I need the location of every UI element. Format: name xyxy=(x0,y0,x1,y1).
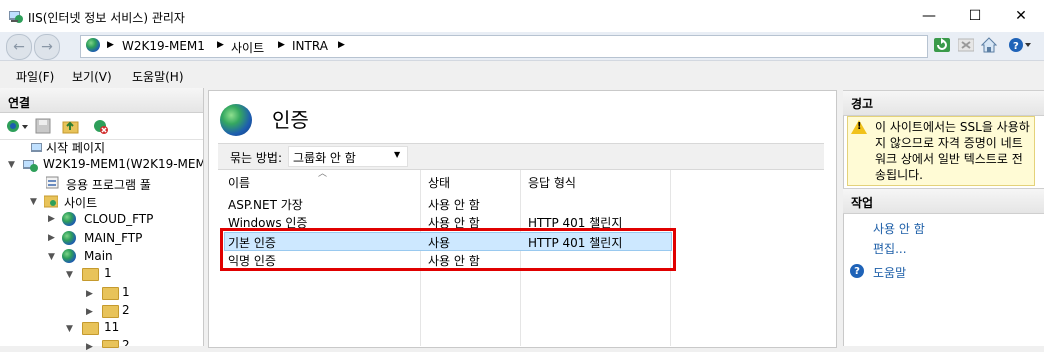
expand-toggle-icon[interactable]: ▼ xyxy=(66,270,73,280)
collapse-toggle-icon[interactable]: ▶ xyxy=(86,289,93,299)
row-asp-status: 사용 안 함 xyxy=(428,198,480,212)
folder-icon xyxy=(102,305,119,318)
row-asp-name[interactable]: ASP.NET 가장 xyxy=(228,196,303,213)
tree-site-cloud-ftp[interactable]: CLOUD_FTP xyxy=(84,212,153,226)
tree-start-page[interactable]: 시작 페이지 xyxy=(46,139,105,156)
tree-app-pools[interactable]: 응용 프로그램 풀 xyxy=(66,176,151,193)
alerts-title: 경고 xyxy=(851,97,874,111)
column-header-status[interactable]: 상태 xyxy=(428,174,450,191)
tree-site-main-ftp[interactable]: MAIN_FTP xyxy=(84,231,142,245)
folder-icon xyxy=(82,322,99,335)
column-header-response[interactable]: 응답 형식 xyxy=(528,174,576,191)
help-dropdown-icon[interactable]: ? xyxy=(1008,37,1032,53)
site-globe-icon xyxy=(62,231,76,245)
dropdown-arrow-icon: ▼ xyxy=(394,150,401,159)
menu-view[interactable]: 보기(V) xyxy=(72,68,112,85)
start-page-icon xyxy=(30,140,44,154)
group-by-value: 그룹화 안 함 xyxy=(293,151,356,165)
sort-arrow-icon: ︿ xyxy=(318,169,328,179)
help-icon: ? xyxy=(850,264,864,278)
collapse-toggle-icon[interactable]: ▶ xyxy=(86,307,93,317)
tree-folder-11[interactable]: 11 xyxy=(104,320,119,334)
action-edit-link[interactable]: 편집... xyxy=(873,240,907,257)
breadcrumb-sites[interactable]: 사이트 xyxy=(231,39,264,56)
page-title: 인증 xyxy=(272,108,309,132)
collapse-toggle-icon[interactable]: ▶ xyxy=(48,233,55,243)
action-disable-link[interactable]: 사용 안 함 xyxy=(873,220,925,237)
breadcrumb-arrow-icon: ▶ xyxy=(107,40,114,50)
breadcrumb-server[interactable]: W2K19-MEM1 xyxy=(122,39,205,53)
maximize-button[interactable]: ☐ xyxy=(952,0,998,32)
actions-title: 작업 xyxy=(851,196,874,210)
collapse-toggle-icon[interactable]: ▶ xyxy=(48,214,55,224)
alerts-header xyxy=(843,90,1044,116)
tree-folder-1-2[interactable]: 2 xyxy=(122,303,130,317)
menu-file[interactable]: 파일(F) xyxy=(16,68,54,85)
expand-toggle-icon[interactable]: ▼ xyxy=(30,197,37,207)
refresh-icon[interactable] xyxy=(934,37,950,53)
menu-help[interactable]: 도움말(H) xyxy=(132,68,184,85)
tree-server[interactable]: W2K19-MEM1(W2K19-MEM xyxy=(43,157,203,171)
minimize-button[interactable]: — xyxy=(906,0,952,32)
app-pools-icon xyxy=(45,176,60,190)
actions-header xyxy=(843,188,1044,214)
action-help-link[interactable]: 도움말 xyxy=(873,264,906,281)
collapse-toggle-icon[interactable]: ▶ xyxy=(86,342,93,352)
folder-icon xyxy=(82,268,99,281)
red-highlight-annotation xyxy=(220,228,676,271)
column-header-name[interactable]: 이름 xyxy=(228,174,250,191)
stop-icon[interactable] xyxy=(957,37,975,53)
connections-title: 연결 xyxy=(8,96,31,110)
tree-folder-11-2[interactable]: 2 xyxy=(122,338,130,346)
alert-message: 이 사이트에서는 SSL을 사용하지 않으므로 자격 증명이 네트워크 상에서 … xyxy=(875,120,1030,182)
tree-folder-1-1[interactable]: 1 xyxy=(122,285,130,299)
group-by-label: 묶는 방법: xyxy=(230,151,283,165)
server-icon xyxy=(22,157,38,173)
tree-site-main[interactable]: Main xyxy=(84,249,113,263)
expand-toggle-icon[interactable]: ▼ xyxy=(66,324,73,334)
save-icon[interactable] xyxy=(35,118,51,134)
forward-button[interactable]: → xyxy=(34,34,60,60)
expand-toggle-icon[interactable]: ▼ xyxy=(48,252,55,262)
disconnect-icon[interactable] xyxy=(92,118,110,134)
connections-header xyxy=(0,88,203,113)
expand-toggle-icon[interactable]: ▼ xyxy=(8,160,15,170)
breadcrumb-intra[interactable]: INTRA xyxy=(292,39,328,53)
connect-icon[interactable] xyxy=(5,118,31,134)
folder-icon xyxy=(102,287,119,300)
back-button[interactable]: ← xyxy=(6,34,32,60)
breadcrumb-arrow-icon: ▶ xyxy=(217,40,224,50)
authentication-globe-icon xyxy=(220,104,252,136)
home-icon[interactable] xyxy=(980,37,998,53)
up-folder-icon[interactable] xyxy=(62,118,80,134)
close-button[interactable]: ✕ xyxy=(998,0,1044,32)
breadcrumb-arrow-icon: ▶ xyxy=(278,40,285,50)
address-bar[interactable] xyxy=(80,35,928,58)
tree-sites[interactable]: 사이트 xyxy=(64,194,97,211)
tree-folder-1[interactable]: 1 xyxy=(104,266,112,280)
site-globe-icon xyxy=(62,249,76,263)
warning-mark-icon: ! xyxy=(857,121,862,132)
sites-folder-icon xyxy=(43,194,59,208)
folder-icon xyxy=(102,340,119,348)
window-title: IIS(인터넷 정보 서비스) 관리자 xyxy=(28,11,185,25)
iis-app-icon xyxy=(8,8,24,24)
site-globe-icon xyxy=(62,212,76,226)
breadcrumb-arrow-icon: ▶ xyxy=(338,40,345,50)
globe-icon xyxy=(86,38,100,52)
svg-text:?: ? xyxy=(1013,41,1019,52)
